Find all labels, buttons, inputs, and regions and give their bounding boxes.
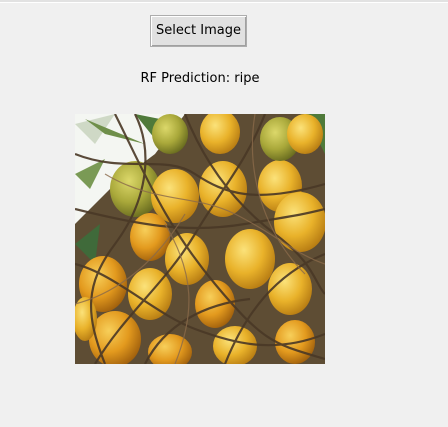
select-image-button[interactable]: Select Image <box>150 15 247 47</box>
fruit-image <box>75 114 325 364</box>
betel-nut-cluster-photo <box>75 114 325 364</box>
window-top-edge <box>0 0 448 3</box>
prediction-label: RF Prediction: ripe <box>140 71 260 86</box>
